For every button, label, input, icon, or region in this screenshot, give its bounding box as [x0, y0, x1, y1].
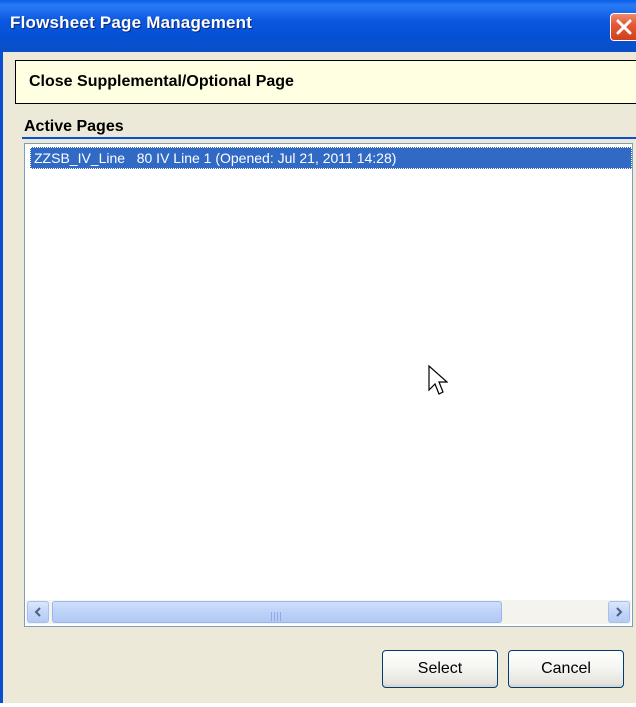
active-pages-listbox[interactable]: ZZSB_IV_Line 80 IV Line 1 (Opened: Jul 2…: [24, 143, 633, 627]
mouse-pointer-icon: [428, 364, 449, 402]
window-bottom-edge: [0, 703, 636, 707]
header-text: Close Supplemental/Optional Page: [29, 73, 294, 90]
cancel-button[interactable]: Cancel: [508, 650, 624, 688]
close-button[interactable]: [610, 13, 636, 41]
select-button[interactable]: Select: [382, 650, 498, 688]
horizontal-scrollbar[interactable]: [26, 600, 631, 624]
scroll-thumb[interactable]: [52, 601, 502, 623]
scroll-left-button[interactable]: [27, 601, 49, 623]
header-banner: Close Supplemental/Optional Page: [15, 60, 636, 104]
grip-icon: [271, 608, 283, 626]
section-divider: [22, 137, 636, 139]
title-bar[interactable]: Flowsheet Page Management: [0, 0, 636, 52]
list-item[interactable]: ZZSB_IV_Line 80 IV Line 1 (Opened: Jul 2…: [30, 147, 632, 169]
window-title: Flowsheet Page Management: [10, 13, 253, 32]
active-pages-label: Active Pages: [24, 118, 124, 135]
dialog-window: Flowsheet Page Management Close Suppleme…: [0, 0, 636, 707]
scroll-right-button[interactable]: [608, 601, 630, 623]
